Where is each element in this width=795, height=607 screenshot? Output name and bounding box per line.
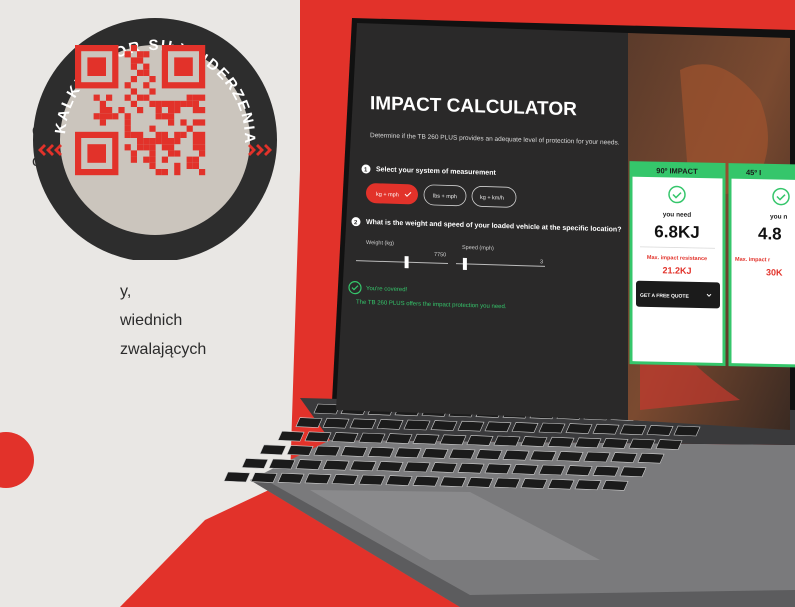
weight-slider-thumb[interactable] <box>404 256 409 269</box>
speed-label: Speed (mph) <box>462 245 494 252</box>
speed-slider-thumb[interactable] <box>462 257 467 271</box>
unit-option-lbs-mph-label: lbs + mph <box>433 193 457 200</box>
impact-card-45 <box>728 163 795 368</box>
card-90-max-value: 21.2KJ <box>662 265 691 276</box>
result-title: You're covered! <box>366 286 408 293</box>
card-90-header: 90º IMPACT <box>656 166 698 176</box>
weight-value: 7750 <box>434 252 446 258</box>
weight-label: Weight (kg) <box>366 240 394 247</box>
get-free-quote-label: GET A FREE QUOTE <box>640 293 689 300</box>
card-45-max-value: 30K <box>766 267 783 277</box>
card-90-max-label: Max. impact resistance <box>647 255 707 262</box>
unit-option-kg-mph-label: kg + mph <box>376 192 399 199</box>
impact-card-90 <box>629 161 726 367</box>
card-90-you-need: you need <box>663 211 692 219</box>
card-90-value: 6.8KJ <box>654 222 699 242</box>
card-45-value: 4.8 <box>758 224 782 243</box>
card-45-you-need: you n <box>770 213 787 220</box>
unit-option-kg-kmh-label: kg + km/h <box>480 195 504 202</box>
screen: IMPACT CALCULATOR Determine if the TB 26… <box>336 23 795 430</box>
speed-value: 3 <box>540 259 543 265</box>
card-45-header: 45º I <box>746 168 761 177</box>
card-45-max-label: Max. impact r <box>735 257 771 264</box>
